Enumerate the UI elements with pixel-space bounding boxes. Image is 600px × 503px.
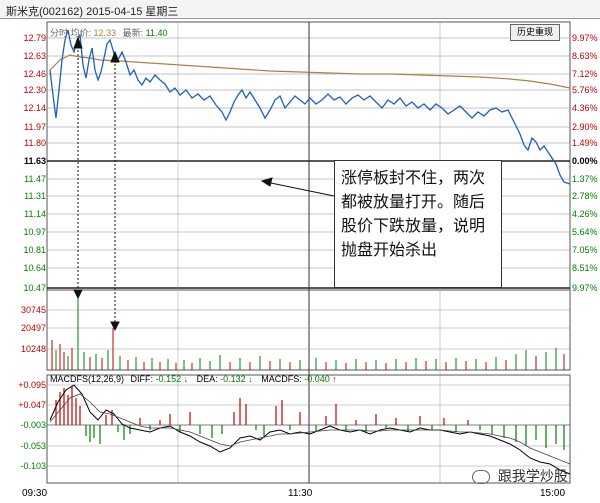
percent-label-right: 1.49% bbox=[572, 138, 598, 148]
percent-label-right: 5.76% bbox=[572, 85, 598, 95]
percent-label-right: 9.97% bbox=[572, 283, 598, 293]
price-label-left: 12.63 bbox=[23, 51, 46, 61]
price-label-left: 12.79 bbox=[23, 33, 46, 43]
macd-diff-label: DIFF: bbox=[130, 374, 154, 384]
percent-label-right: 2.78% bbox=[572, 191, 598, 201]
stock-title: 斯米克(002162) 2015-04-15 星期三 bbox=[6, 6, 179, 18]
price-label-left: 10.64 bbox=[23, 263, 46, 273]
price-label-left: 11.14 bbox=[24, 209, 46, 219]
percent-label-right: 8.51% bbox=[572, 263, 598, 273]
macd-label: +0.047 bbox=[18, 400, 46, 410]
price-label-left: 11.47 bbox=[24, 174, 46, 184]
percent-label-right: 9.97% bbox=[572, 33, 598, 43]
avg-price-line bbox=[49, 54, 571, 89]
macd-diff-value: -0.152 bbox=[155, 374, 182, 384]
volume-label: 20497 bbox=[20, 323, 46, 333]
watermark: 跟我学炒股 bbox=[472, 466, 568, 486]
price-label-left: 11.97 bbox=[24, 122, 46, 132]
price-label-left: 10.81 bbox=[23, 245, 46, 255]
macd-macdfs-value: -0.040 bbox=[304, 374, 330, 384]
percent-label-right: 7.12% bbox=[572, 69, 598, 79]
window-title-bar: 斯米克(002162) 2015-04-15 星期三 bbox=[0, 0, 600, 19]
price-label-left: 12.30 bbox=[23, 85, 46, 95]
percent-label-right: 1.37% bbox=[572, 174, 598, 184]
latest-label: 最新: bbox=[122, 28, 144, 38]
macd-label: -0.053 bbox=[20, 441, 46, 451]
history-replay-button[interactable]: 历史重现 bbox=[510, 24, 560, 41]
percent-label-right: 5.64% bbox=[572, 227, 598, 237]
price-label-left: 10.97 bbox=[23, 227, 46, 237]
volume-label: 30745 bbox=[20, 305, 46, 315]
percent-label-right: 8.63% bbox=[572, 51, 598, 61]
macd-label: -0.003 bbox=[20, 420, 46, 430]
price-legend: 分时 均价: 12.33 最新: 11.40 bbox=[50, 26, 167, 39]
up-arrow-icon: ↑ bbox=[332, 374, 337, 384]
macd-dea-value: -0.132 bbox=[220, 374, 246, 384]
time-axis-start: 09:30 bbox=[22, 488, 48, 499]
avg-price-value: 12.33 bbox=[93, 28, 117, 38]
down-arrow-icon: ↓ bbox=[248, 374, 253, 384]
volume-bars bbox=[51, 296, 565, 370]
price-label-left: 12.14 bbox=[23, 103, 46, 113]
percent-label-right: 4.36% bbox=[572, 103, 598, 113]
price-label-left: 11.63 bbox=[23, 156, 46, 166]
volume-label: 10248 bbox=[20, 344, 46, 354]
percent-label-right: 2.90% bbox=[572, 122, 598, 132]
price-label-left: 11.31 bbox=[24, 191, 46, 201]
price-label-left: 10.47 bbox=[23, 283, 46, 293]
percent-label-right: 0.00% bbox=[572, 156, 598, 166]
time-axis-end: 15:00 bbox=[540, 488, 566, 499]
time-axis-mid: 11:30 bbox=[288, 488, 313, 499]
macd-label: +0.095 bbox=[18, 380, 46, 390]
chart-canvas bbox=[46, 21, 571, 484]
macd-dea-label: DEA: bbox=[196, 374, 218, 384]
watermark-text: 跟我学炒股 bbox=[497, 468, 568, 484]
legend-prefix: 分时 均价: bbox=[50, 28, 92, 38]
macd-macdfs-label: MACDFS: bbox=[261, 374, 302, 384]
percent-label-right: 4.26% bbox=[572, 209, 598, 219]
macd-legend: MACDFS(12,26,9) DIFF: -0.152 ↓ DEA: -0.1… bbox=[50, 374, 337, 384]
down-arrow-icon: ↓ bbox=[183, 374, 189, 384]
percent-label-right: 7.05% bbox=[572, 245, 598, 255]
latest-price-value: 11.40 bbox=[145, 28, 168, 38]
annotation-arrows bbox=[73, 36, 335, 332]
macd-label: -0.103 bbox=[20, 461, 46, 471]
macd-indicator-name: MACDFS(12,26,9) bbox=[50, 374, 125, 384]
price-label-left: 12.46 bbox=[23, 69, 46, 79]
annotation-callout: 涨停板封不住，两次都被放量打开。随后股价下跌放量，说明抛盘开始杀出 bbox=[334, 160, 502, 288]
macd-histogram bbox=[55, 386, 565, 450]
price-label-left: 11.80 bbox=[24, 138, 46, 148]
wechat-icon bbox=[472, 470, 490, 485]
